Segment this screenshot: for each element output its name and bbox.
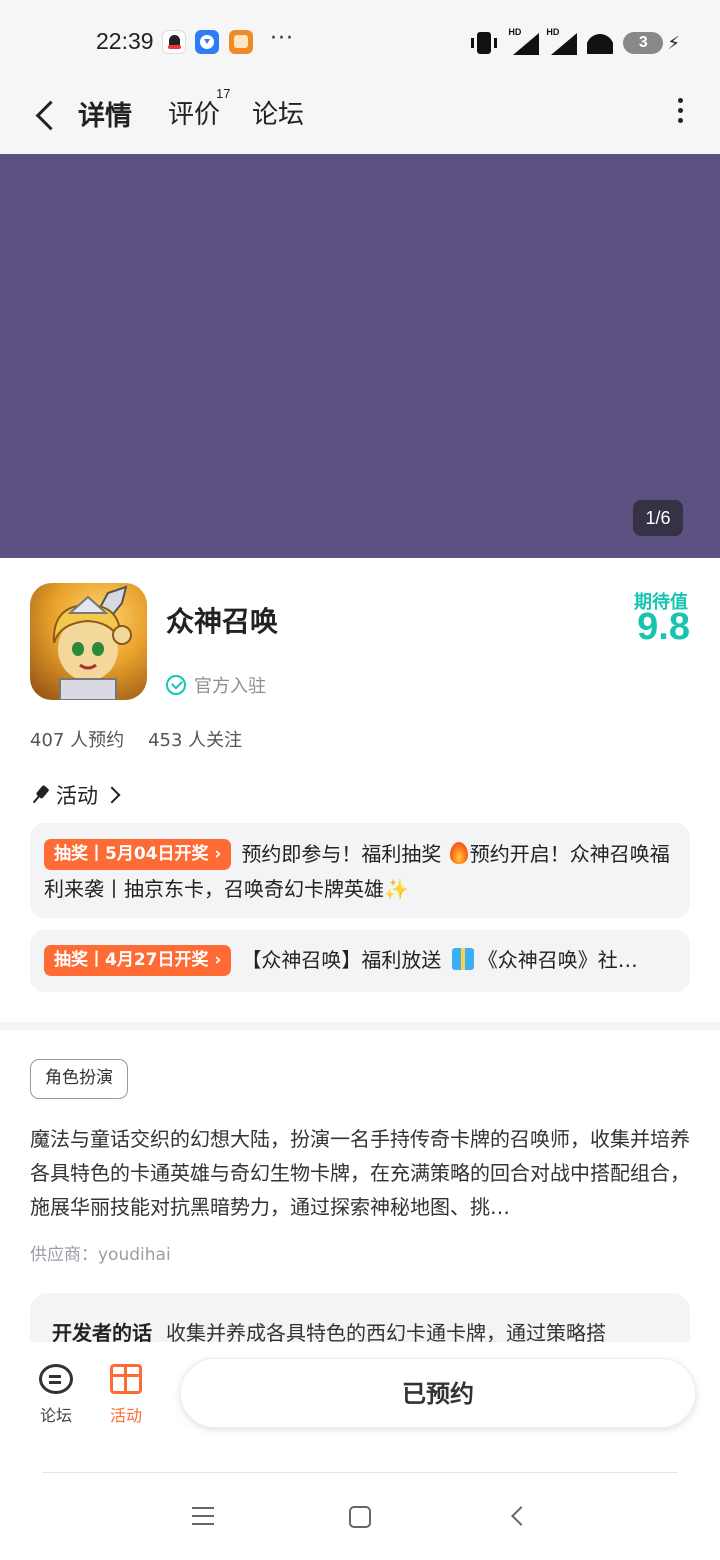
game-description[interactable]: 魔法与童话交织的幻想大陆，扮演一名手持传奇卡牌的召唤师，收集并培养各具特色的卡通… (30, 1122, 690, 1224)
recent-apps-icon[interactable] (192, 1507, 214, 1525)
vibrate-icon (471, 32, 498, 54)
chevron-right-icon (103, 786, 121, 804)
bottom-action-bar: 论坛 活动 已预约 (0, 1342, 720, 1473)
game-stats: 407 人预约 453 人关注 (30, 726, 242, 752)
reservation-count: 407 人预约 (30, 730, 125, 751)
official-label: 官方入驻 (194, 676, 266, 697)
clock: 22:39 (96, 28, 154, 54)
battery-icon: 3 (623, 32, 664, 54)
activity-text: 【众神召唤】福利放送 (241, 948, 448, 972)
activity-heading: 活动 (56, 784, 98, 808)
game-icon (30, 583, 147, 700)
gift-icon (451, 948, 474, 970)
forum-label: 论坛 (39, 1406, 72, 1425)
developer-note-text: 收集并养成各具特色的西幻卡通卡牌，通过策略搭 (166, 1321, 606, 1343)
verified-check-icon (166, 675, 186, 695)
lottery-tag: 抽奖丨4月27日开奖 › (44, 945, 232, 976)
system-navigation-bar (0, 1473, 720, 1560)
supplier-label: 供应商：youdihai (30, 1245, 171, 1265)
more-notifications-icon: ··· (270, 26, 294, 51)
charging-icon: ⚡ (667, 32, 680, 54)
lottery-tag: 抽奖丨5月04日开奖 › (44, 839, 232, 870)
hd-label: HD (508, 27, 522, 37)
media-carousel[interactable]: 1/6 (0, 154, 720, 558)
follower-count: 453 人关注 (148, 730, 243, 751)
activity-section-link[interactable]: 活动 (30, 780, 121, 810)
carousel-page-indicator: 1/6 (633, 500, 683, 536)
activity-text: 《众神召唤》社… (477, 948, 638, 972)
wifi-icon (587, 32, 613, 54)
pin-icon (26, 781, 54, 809)
signal-icon: HD (546, 27, 578, 55)
activity-card[interactable]: 抽奖丨5月04日开奖 › 预约即参与！福利抽奖 预约开启！众神召唤福利来袭丨抽京东… (30, 823, 690, 918)
qq-icon (162, 30, 186, 54)
tab-reviews[interactable]: 评价 (168, 94, 220, 131)
expectation-score: 9.8 (637, 606, 690, 648)
developer-note-card[interactable]: 开发者的话 收集并养成各具特色的西幻卡通卡牌，通过策略搭 (30, 1293, 690, 1343)
reserved-button[interactable]: 已预约 (180, 1358, 696, 1428)
hd-label: HD (546, 27, 560, 37)
forum-button[interactable]: 论坛 (26, 1364, 86, 1426)
activity-text: 预约即参与！福利抽奖 (241, 842, 448, 866)
top-nav: 详情 评价 17 论坛 (0, 86, 720, 154)
back-icon[interactable] (30, 96, 60, 136)
home-icon[interactable] (349, 1506, 371, 1528)
lottery-tag-label: 抽奖丨5月04日开奖 (54, 844, 209, 864)
genre-tag[interactable]: 角色扮演 (30, 1059, 128, 1099)
more-options-icon[interactable] (676, 98, 684, 126)
section-divider (0, 1022, 720, 1030)
fire-icon (449, 842, 468, 864)
activity-card[interactable]: 抽奖丨4月27日开奖 › 【众神召唤】福利放送 《众神召唤》社… (30, 930, 690, 992)
forum-icon (39, 1364, 73, 1394)
official-badge: 官方入驻 (166, 672, 266, 698)
system-indicators: HD HD 3 ⚡ (471, 27, 680, 58)
system-back-icon[interactable] (511, 1506, 531, 1526)
sparkle-icon: ✨ (384, 877, 409, 901)
status-bar: 22:39 ··· HD HD 3 ⚡ (0, 0, 720, 86)
gift-icon (110, 1364, 142, 1394)
lottery-tag-label: 抽奖丨4月27日开奖 (54, 950, 209, 970)
gift-box-app-icon (229, 30, 253, 54)
review-count-badge: 17 (216, 86, 231, 101)
developer-note-label: 开发者的话 (52, 1321, 152, 1343)
download-icon (195, 30, 219, 54)
game-title: 众神召唤 (166, 605, 279, 638)
tab-details[interactable]: 详情 (76, 94, 134, 133)
tab-forum[interactable]: 论坛 (252, 94, 304, 131)
activity-label: 活动 (109, 1406, 142, 1425)
activity-button[interactable]: 活动 (96, 1364, 156, 1426)
signal-icon: HD (508, 27, 540, 55)
